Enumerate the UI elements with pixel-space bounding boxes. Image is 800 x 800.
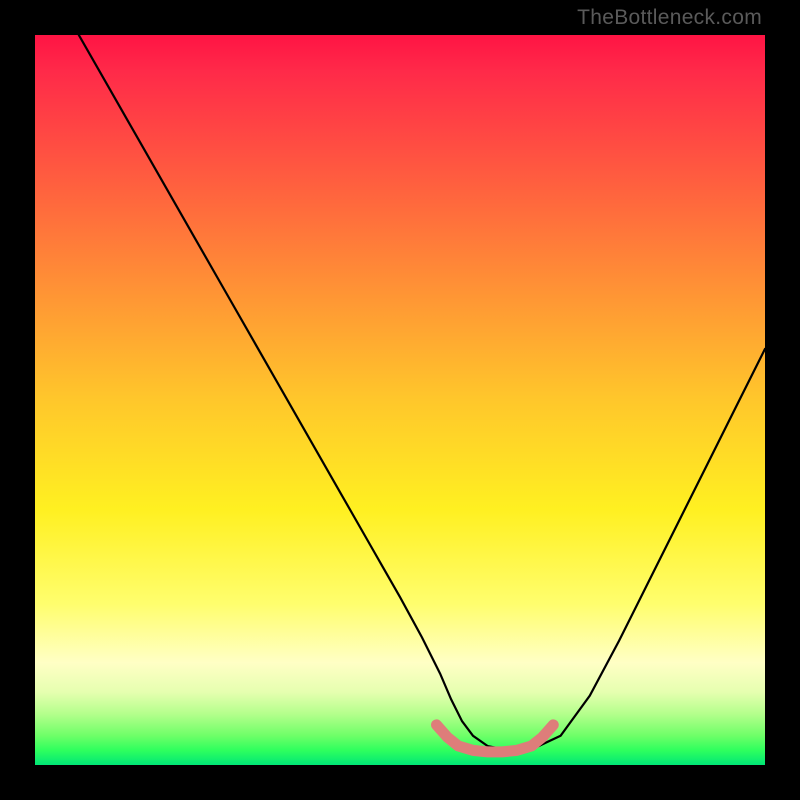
- plot-area: [35, 35, 765, 765]
- chart-svg: [35, 35, 765, 765]
- watermark-text: TheBottleneck.com: [577, 6, 762, 30]
- optimal-zone-line: [437, 725, 554, 752]
- bottleneck-curve-line: [79, 35, 765, 749]
